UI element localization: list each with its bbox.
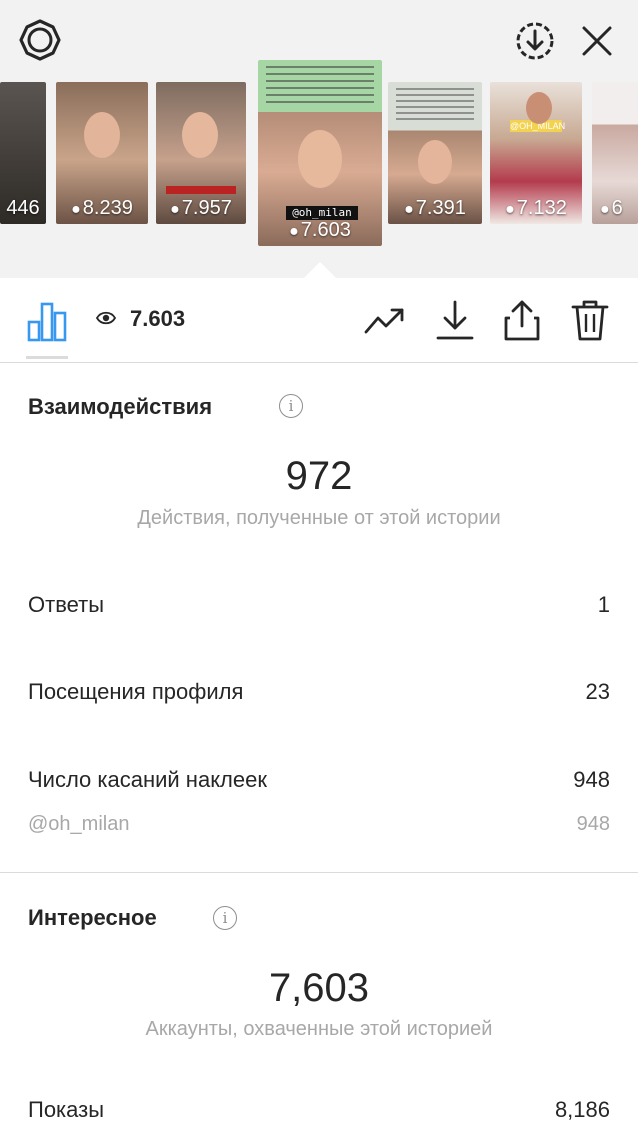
stat-value: 948	[576, 813, 610, 835]
stat-label: @oh_milan	[28, 813, 130, 835]
stat-label: Показы	[28, 1097, 105, 1122]
info-icon[interactable]: i	[279, 394, 303, 418]
story-view-count: ● 7.603	[289, 219, 351, 241]
stat-row-impressions: Показы 8,186	[28, 1097, 610, 1123]
bar-chart-icon[interactable]	[26, 298, 68, 342]
insights-tab-indicator	[26, 356, 68, 359]
trend-up-icon[interactable]	[364, 306, 408, 336]
view-count: 7.603	[95, 306, 186, 332]
eye-icon	[95, 309, 117, 330]
section-divider	[0, 872, 638, 873]
stat-value: 23	[585, 679, 610, 704]
story-view-count: ● 6	[600, 197, 623, 219]
story-thumbnail-selected[interactable]: @oh_milan ● 7.603	[258, 60, 382, 246]
close-icon[interactable]	[580, 24, 614, 58]
selected-story-pointer	[304, 262, 336, 278]
story-sticker-handle: @oh_milan	[286, 206, 358, 220]
story-thumbnail[interactable]: ● 7.391	[388, 82, 482, 224]
story-view-count: ● 7.391	[404, 197, 466, 219]
stat-row-sticker-taps: Число касаний наклеек 948	[28, 767, 610, 793]
stat-row-profile-visits: Посещения профиля 23	[28, 679, 610, 705]
story-view-count: 446	[6, 197, 40, 219]
stories-strip-area: 446 ● 8.239 ● 7.957 @oh_milan ● 7.603 ● …	[0, 0, 638, 278]
download-icon[interactable]	[436, 298, 474, 342]
interactions-title: Взаимодействия	[28, 394, 213, 419]
gear-icon[interactable]	[18, 18, 62, 62]
stat-value: 948	[573, 767, 610, 792]
stat-subrow-sticker-mention: @oh_milan 948	[28, 813, 610, 836]
interactions-total: 972	[285, 454, 353, 498]
story-thumbnail[interactable]: ● 7.957	[156, 82, 246, 224]
stat-row-replies: Ответы 1	[28, 592, 610, 618]
trash-icon[interactable]	[570, 298, 610, 342]
stat-label: Ответы	[28, 592, 105, 617]
story-thumbnail[interactable]: ● 8.239	[56, 82, 148, 224]
view-count-value: 7.603	[130, 306, 186, 331]
info-icon[interactable]: i	[213, 906, 237, 930]
stat-value: 8,186	[554, 1097, 610, 1122]
interactions-total-label: Действия, полученные от этой истории	[137, 507, 501, 529]
story-view-count: ● 7.132	[505, 197, 567, 219]
discovery-total-label: Аккаунты, охваченные этой историей	[145, 1018, 493, 1040]
story-thumbnail[interactable]: @OH_MILAN ● 7.132	[490, 82, 582, 224]
discovery-total: 7,603	[268, 966, 370, 1010]
download-circle-icon[interactable]	[514, 20, 556, 62]
story-view-count: ● 7.957	[170, 197, 232, 219]
story-thumbnail[interactable]: 446	[0, 82, 46, 224]
stat-label: Посещения профиля	[28, 679, 244, 704]
discovery-title: Интересное	[28, 905, 157, 930]
share-icon[interactable]	[502, 298, 542, 342]
story-view-count: ● 8.239	[71, 197, 133, 219]
stat-label: Число касаний наклеек	[28, 767, 267, 792]
stat-value: 1	[597, 592, 610, 617]
story-thumbnail[interactable]: ● 6	[592, 82, 638, 224]
